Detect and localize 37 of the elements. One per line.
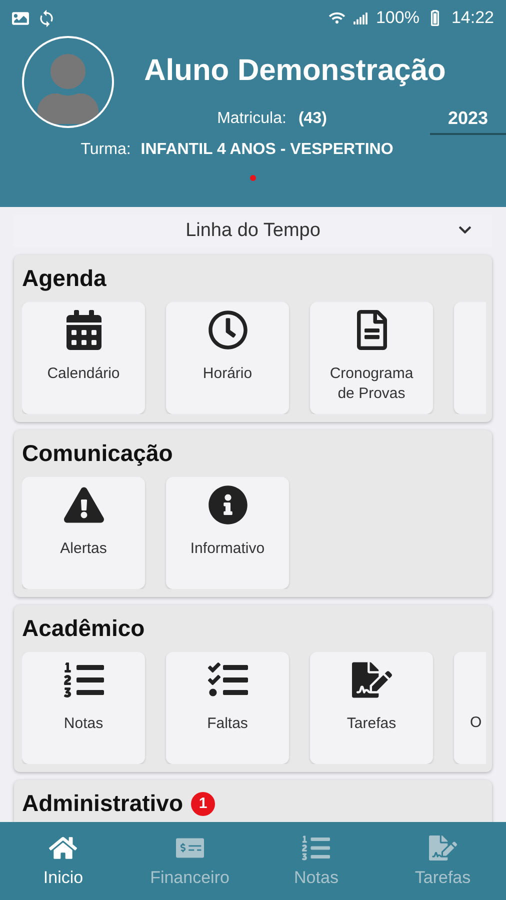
numbered-list-icon [64,660,104,700]
menu-tile[interactable]: Horário [166,302,289,414]
menu-tile[interactable]: Calendário [22,302,145,414]
notification-badge: 1 [191,792,216,816]
section-title: Administrativo [22,790,184,817]
clock-icon [208,310,248,350]
menu-tile[interactable]: O [454,652,486,764]
section-title: Agenda [22,265,106,292]
warning-icon [64,485,104,525]
class-name: INFANTIL 4 ANOS - VESPERTINO [140,141,394,159]
document-pen-icon [352,660,392,700]
menu-tile[interactable]: Notas [22,652,145,764]
sync-icon [37,8,56,28]
clock-time: 14:22 [451,8,494,28]
menu-tile[interactable]: Faltas [166,652,289,764]
wifi-icon [328,10,345,26]
page-indicator-dot [250,175,256,181]
class-label: Turma: [80,141,131,159]
menu-tile[interactable]: Alertas [22,477,145,589]
menu-tile[interactable]: Cronograma de Provas [310,302,433,414]
info-icon [208,485,248,525]
enrollment-label: Matricula: [217,110,286,128]
section-title: Comunicação [22,440,173,467]
image-icon [12,10,29,26]
student-name: Aluno Demonstração [144,54,446,88]
nav-tab[interactable]: Inicio [0,822,126,900]
document-pen-icon [428,834,457,862]
menu-tile[interactable]: Tarefas [310,652,433,764]
enrollment-number: (43) [298,110,327,128]
numbered-list-icon [302,834,330,862]
calendar-icon [64,310,104,350]
home-icon [49,834,78,862]
battery-percent: 100% [376,8,420,28]
section-title: Acadêmico [22,615,145,642]
menu-tile[interactable]: Informativo [166,477,289,589]
year-selector[interactable]: 2023 [430,108,506,135]
signal-icon [352,10,368,26]
